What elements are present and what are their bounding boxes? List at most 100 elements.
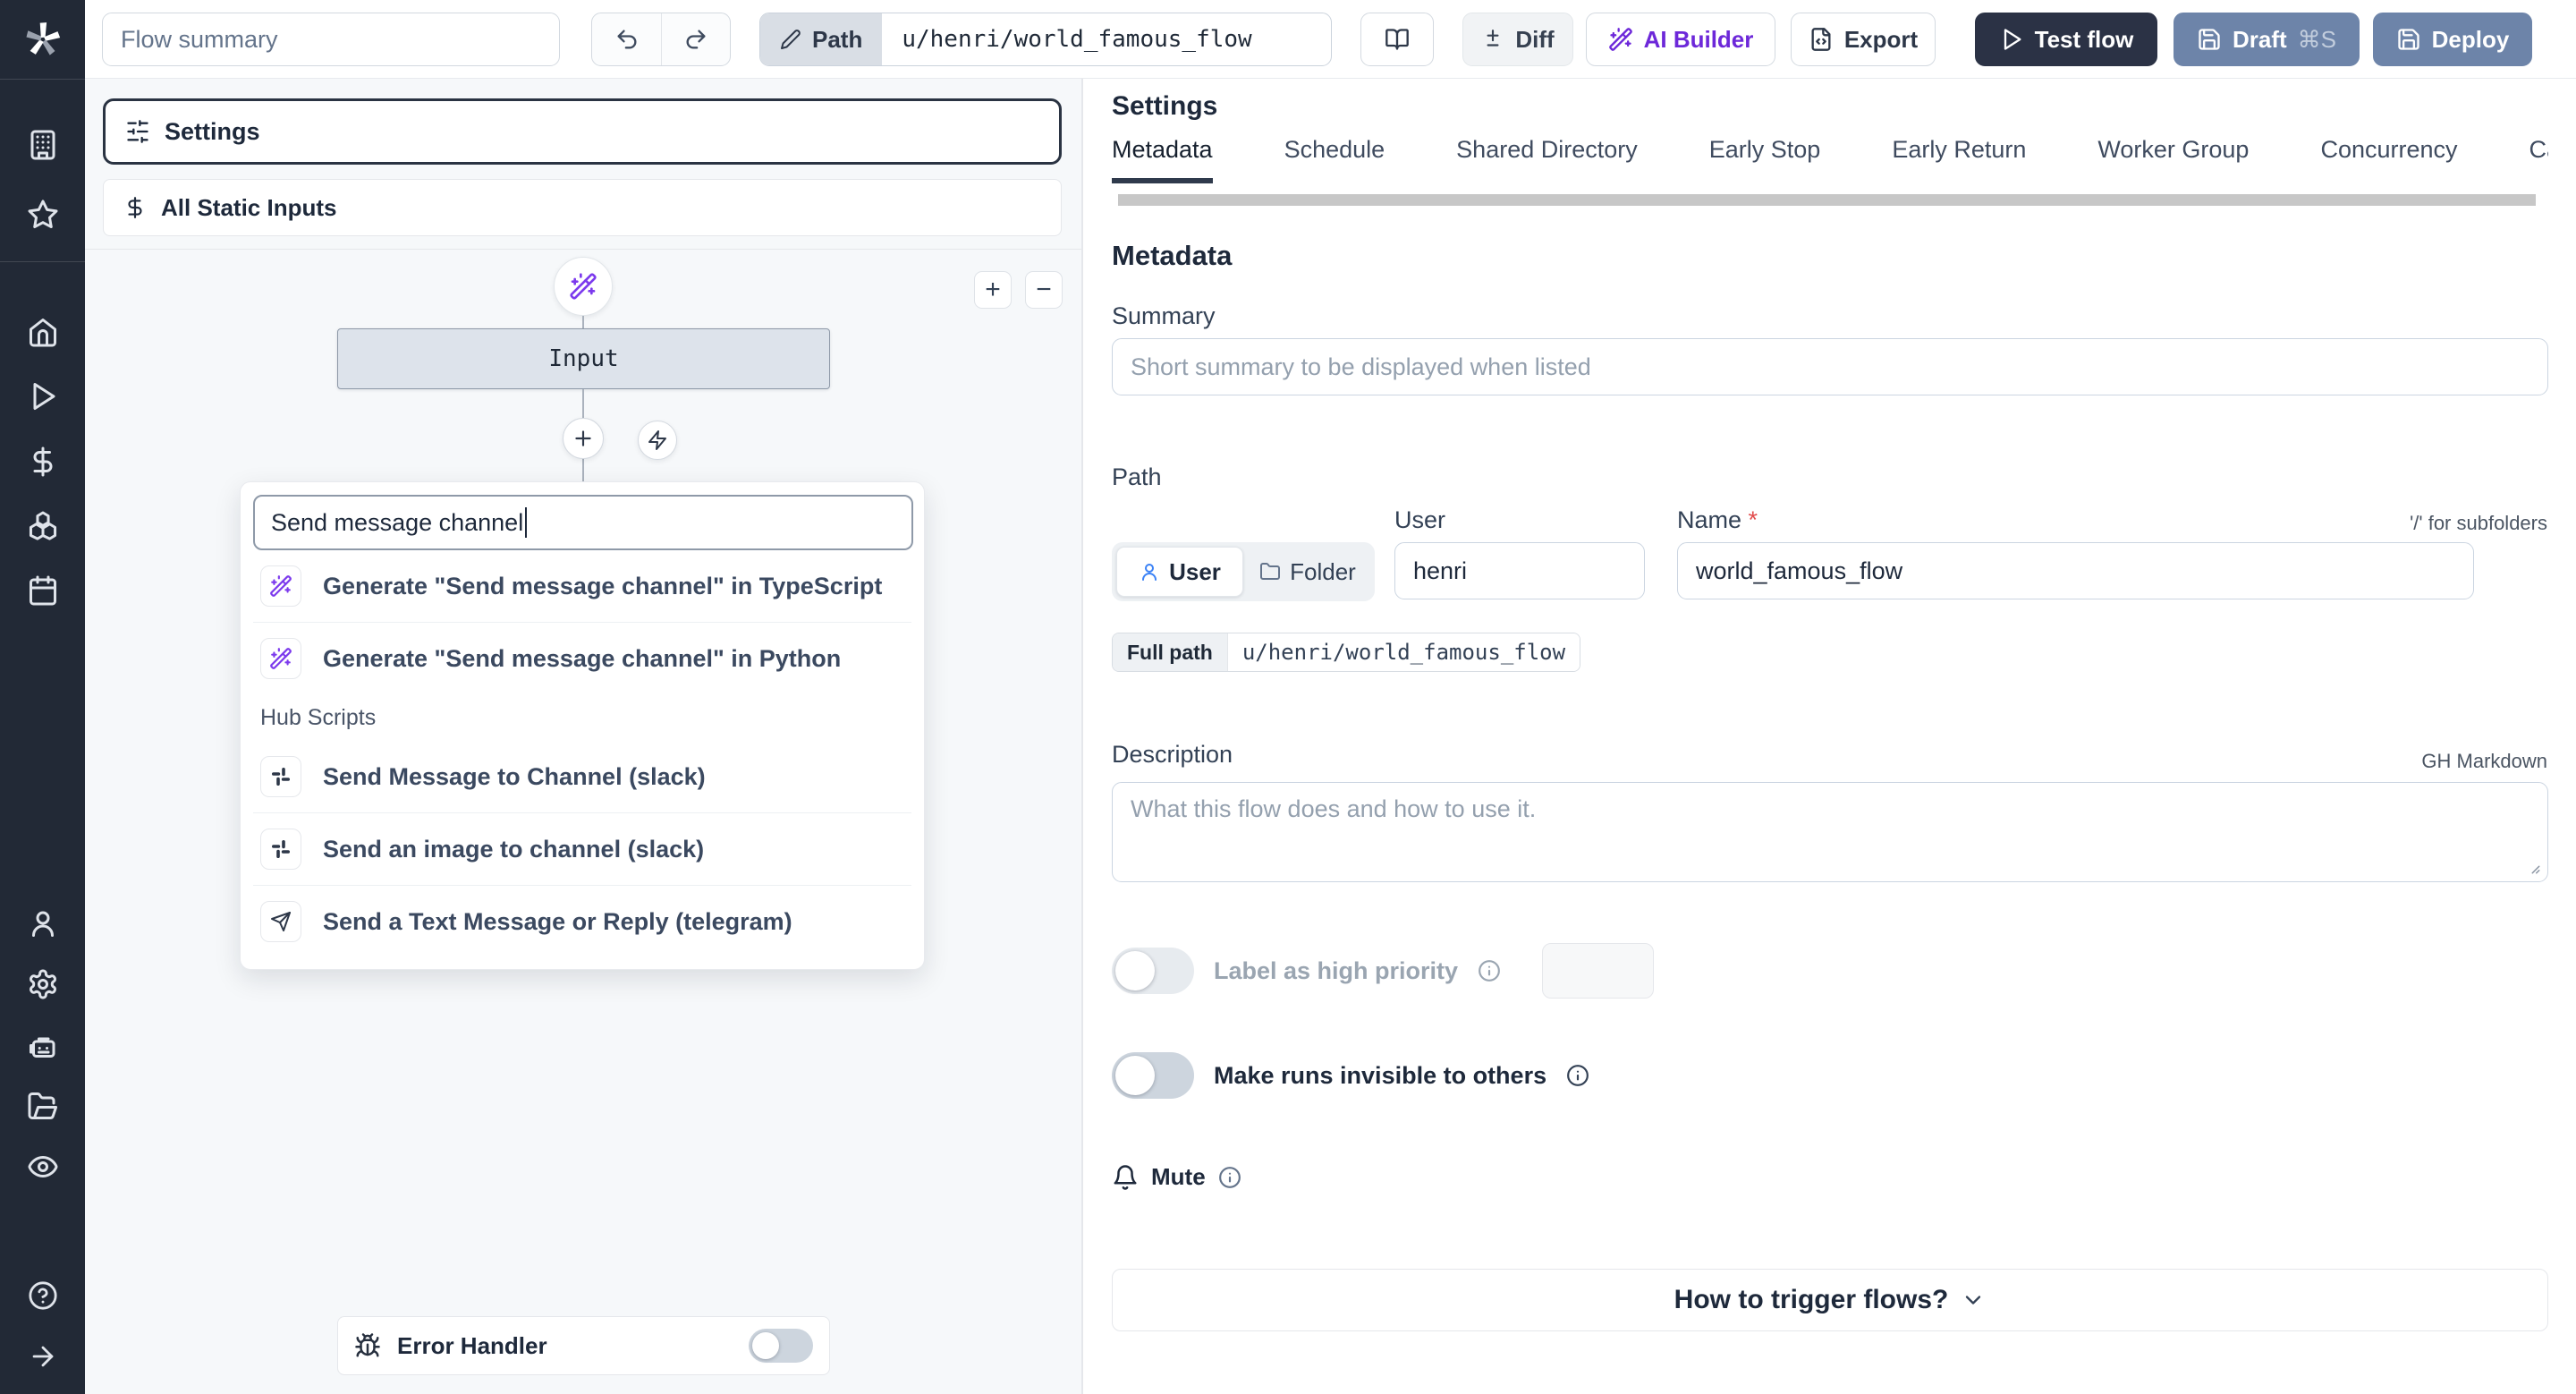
- docs-button[interactable]: [1360, 13, 1434, 66]
- settings-node-label: Settings: [165, 117, 260, 145]
- sidebar-item-settings[interactable]: [0, 956, 85, 1013]
- tab-worker-group[interactable]: Worker Group: [2097, 136, 2249, 183]
- folder-open-icon: [28, 1092, 57, 1119]
- flow-input-node[interactable]: Input: [337, 328, 830, 389]
- sidebar-item-runs[interactable]: [0, 368, 85, 425]
- flow-path-chip[interactable]: Path u/henri/world_famous_flow: [759, 13, 1332, 66]
- settings-tabs: Metadata Schedule Shared Directory Early…: [1112, 136, 2548, 183]
- draft-button[interactable]: Draft ⌘S: [2174, 13, 2360, 66]
- invisible-runs-toggle[interactable]: [1112, 1052, 1194, 1099]
- sidebar-item-users[interactable]: [0, 895, 85, 952]
- sidebar-item-home[interactable]: [0, 303, 85, 361]
- summary-input[interactable]: [1112, 338, 2548, 395]
- high-priority-toggle[interactable]: [1112, 948, 1194, 994]
- zoom-in-button[interactable]: +: [974, 271, 1012, 309]
- export-button[interactable]: Export: [1791, 13, 1936, 66]
- path-value: u/henri/world_famous_flow: [882, 13, 1272, 65]
- hub-item-slack-image[interactable]: Send an image to channel (slack): [253, 813, 911, 885]
- full-path-badge[interactable]: Full path u/henri/world_famous_flow: [1112, 633, 1581, 672]
- tab-concurrency[interactable]: Concurrency: [2320, 136, 2457, 183]
- sidebar-item-favorites[interactable]: [0, 186, 85, 243]
- sidebar-item-workers[interactable]: [0, 1018, 85, 1075]
- flow-summary-input[interactable]: Flow summary: [102, 13, 560, 66]
- owner-kind-user[interactable]: User: [1116, 547, 1243, 597]
- info-icon[interactable]: [1218, 1166, 1241, 1189]
- undo-button[interactable]: [592, 13, 661, 65]
- draft-label: Draft: [2232, 25, 2287, 53]
- info-icon[interactable]: [1566, 1064, 1589, 1087]
- owner-kind-folder[interactable]: Folder: [1245, 547, 1370, 597]
- arrow-right-icon: [32, 1346, 53, 1367]
- description-textarea[interactable]: [1112, 782, 2548, 882]
- export-label: Export: [1843, 25, 1919, 53]
- deploy-button[interactable]: Deploy: [2373, 13, 2532, 66]
- gear-icon: [29, 969, 56, 999]
- sidebar-item-folders[interactable]: [0, 1077, 85, 1135]
- markdown-hint: GH Markdown: [2421, 750, 2547, 772]
- hub-scripts-section-label: Hub Scripts: [260, 704, 377, 730]
- subfolder-hint: '/' for subfolders: [2410, 512, 2547, 534]
- path-section-label: Path: [1112, 463, 1162, 490]
- high-priority-row: Label as high priority: [1112, 943, 1655, 999]
- dollar-icon: [128, 197, 142, 218]
- user-icon: [1142, 564, 1157, 581]
- tab-schedule[interactable]: Schedule: [1284, 136, 1385, 183]
- tab-early-return[interactable]: Early Return: [1892, 136, 2026, 183]
- sidebar-item-audit[interactable]: [0, 1138, 85, 1195]
- flow-settings-node[interactable]: Settings: [103, 98, 1062, 165]
- hub-item-label: Send Message to Channel (slack): [323, 762, 706, 790]
- step-search-input[interactable]: Send message channel: [253, 495, 913, 550]
- flow-graph-panel: Settings All Static Inputs + − Input Sen…: [85, 79, 1082, 1394]
- bell-icon[interactable]: [1112, 1164, 1139, 1191]
- hub-item-label: Send an image to channel (slack): [323, 835, 705, 863]
- info-icon[interactable]: [1478, 959, 1501, 982]
- sidebar-item-help[interactable]: [0, 1267, 85, 1324]
- sidebar-item-resources[interactable]: [0, 497, 85, 555]
- path-edit-segment[interactable]: Path: [760, 13, 883, 65]
- metadata-heading: Metadata: [1112, 240, 1233, 271]
- suggestion-label: Generate "Send message channel" in TypeS…: [323, 572, 883, 599]
- error-handler-toggle[interactable]: [749, 1329, 813, 1363]
- add-trigger-button[interactable]: [638, 421, 677, 460]
- suggestion-generate-python[interactable]: Generate "Send message channel" in Pytho…: [253, 623, 911, 694]
- wand-sparkles-icon: [260, 638, 301, 679]
- add-step-button[interactable]: [563, 418, 604, 459]
- diff-button[interactable]: Diff: [1462, 13, 1573, 66]
- summary-label: Summary: [1112, 302, 1216, 329]
- path-user-input[interactable]: [1394, 542, 1645, 599]
- hub-item-slack-message[interactable]: Send Message to Channel (slack): [253, 741, 911, 812]
- sidebar-item-schedules[interactable]: [0, 562, 85, 619]
- error-handler-node[interactable]: Error Handler: [337, 1316, 830, 1375]
- ai-flow-builder-button[interactable]: [554, 257, 613, 316]
- tabs-scrollbar[interactable]: [1118, 194, 2536, 206]
- save-icon: [2199, 29, 2220, 50]
- settings-panel-title: Settings: [1112, 91, 1218, 121]
- resize-handle[interactable]: [2525, 859, 2541, 875]
- zoom-out-button[interactable]: −: [1025, 271, 1063, 309]
- path-name-input[interactable]: [1677, 542, 2474, 599]
- sidebar-expand[interactable]: [0, 1328, 85, 1385]
- zap-icon: [648, 430, 666, 450]
- sidebar-item-variables[interactable]: [0, 433, 85, 490]
- name-field-label: Name *: [1677, 506, 1758, 533]
- windmill-logo[interactable]: [0, 11, 85, 68]
- pencil-icon: [781, 30, 801, 49]
- home-icon: [29, 319, 56, 347]
- calendar-icon: [29, 575, 56, 606]
- suggestion-generate-typescript[interactable]: Generate "Send message channel" in TypeS…: [253, 550, 911, 622]
- how-to-trigger-flows-button[interactable]: How to trigger flows?: [1112, 1269, 2548, 1331]
- tab-early-stop[interactable]: Early Stop: [1709, 136, 1821, 183]
- wand-sparkles-icon: [1608, 28, 1632, 51]
- ai-builder-button[interactable]: AI Builder: [1586, 13, 1775, 66]
- mute-label: Mute: [1151, 1163, 1206, 1190]
- tab-shared-directory[interactable]: Shared Directory: [1456, 136, 1638, 183]
- hub-item-telegram-message[interactable]: Send a Text Message or Reply (telegram): [253, 886, 911, 957]
- tab-cache[interactable]: Cache: [2529, 136, 2548, 183]
- all-static-inputs-node[interactable]: All Static Inputs: [103, 179, 1062, 236]
- tab-metadata[interactable]: Metadata: [1112, 136, 1213, 183]
- redo-button[interactable]: [661, 13, 730, 65]
- priority-value-input[interactable]: [1542, 943, 1655, 999]
- sidebar-item-workspace[interactable]: [0, 116, 85, 174]
- building-icon: [30, 130, 55, 160]
- test-flow-button[interactable]: Test flow: [1975, 13, 2157, 66]
